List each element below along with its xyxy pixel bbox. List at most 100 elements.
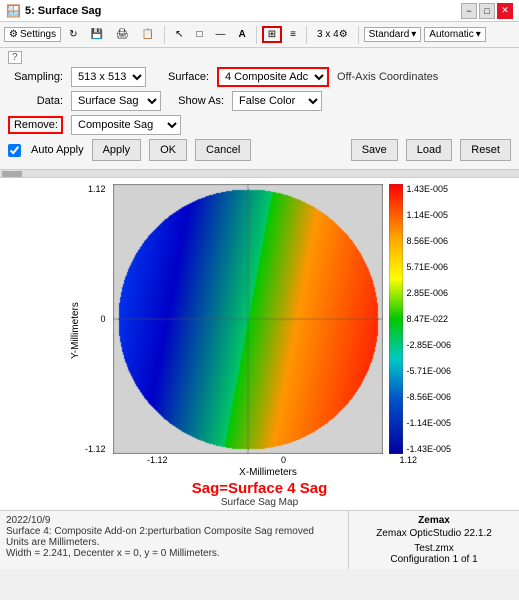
load-button[interactable]: Load bbox=[406, 139, 452, 161]
chevron-down-icon2: ▾ bbox=[476, 29, 481, 40]
auto-apply-label: Auto Apply bbox=[31, 144, 84, 156]
cb-label-4: 2.85E-006 bbox=[406, 288, 451, 298]
bottom-config: Configuration 1 of 1 bbox=[355, 554, 513, 565]
data-label: Data: bbox=[8, 95, 63, 107]
plot-subtitle: Surface Sag Map bbox=[221, 497, 298, 508]
bottom-line3: Width = 2.241, Decenter x = 0, y = 0 Mil… bbox=[6, 548, 342, 559]
cb-label-0: 1.43E-005 bbox=[406, 184, 451, 194]
standard-dropdown[interactable]: Standard ▾ bbox=[364, 27, 422, 42]
settings-row-1: Sampling: 513 x 513 Surface: 4 Composite… bbox=[8, 67, 511, 87]
bottom-line2: Units are Millimeters. bbox=[6, 537, 342, 548]
bottom-info: 2022/10/9 Surface 4: Composite Add-on 2:… bbox=[0, 510, 519, 569]
plot-canvas-area bbox=[113, 184, 383, 454]
help-icon-row: ? bbox=[8, 52, 511, 63]
off-axis-label: Off-Axis Coordinates bbox=[337, 71, 438, 83]
close-button[interactable]: ✕ bbox=[497, 3, 513, 19]
window-icon: 🪟 bbox=[6, 4, 21, 18]
help-icon[interactable]: ? bbox=[8, 51, 22, 64]
plot-inner: 1.12 0 -1.12 1.43E-005 1.14E-005 8.56E-0… bbox=[85, 184, 451, 454]
save-icon-btn[interactable]: 💾 bbox=[86, 27, 108, 42]
list-view-button[interactable]: ≡ bbox=[285, 27, 301, 42]
surface-select[interactable]: 4 Composite Adc bbox=[217, 67, 329, 87]
grid-view-button[interactable]: ⊞ bbox=[262, 26, 282, 43]
settings-panel: ? Sampling: 513 x 513 Surface: 4 Composi… bbox=[0, 48, 519, 170]
data-select[interactable]: Surface Sag bbox=[71, 91, 161, 111]
sep3 bbox=[306, 26, 307, 44]
show-as-select[interactable]: False Color bbox=[232, 91, 322, 111]
sampling-select[interactable]: 513 x 513 bbox=[71, 67, 146, 87]
settings-btn-row: Auto Apply Apply OK Cancel Save Load Res… bbox=[8, 139, 511, 161]
title-bar: 🪟 5: Surface Sag − □ ✕ bbox=[0, 0, 519, 22]
plot-area: Y-Millimeters 1.12 0 -1.12 1.43E-005 bbox=[0, 178, 519, 510]
x-axis-label: X-Millimeters bbox=[239, 467, 297, 478]
refresh-button[interactable]: ↻ bbox=[64, 27, 82, 42]
plot-title: Sag=Surface 4 Sag bbox=[192, 480, 327, 497]
colorbar-gradient bbox=[389, 184, 403, 454]
automatic-dropdown[interactable]: Automatic ▾ bbox=[424, 27, 486, 42]
cursor-button[interactable]: ↖ bbox=[170, 27, 188, 42]
copy-button[interactable]: 📋 bbox=[137, 27, 159, 42]
sep4 bbox=[358, 26, 359, 44]
show-as-label: Show As: bbox=[169, 95, 224, 107]
cb-label-7: -5.71E-006 bbox=[406, 366, 451, 376]
title-bar-right: − □ ✕ bbox=[461, 3, 513, 19]
print-button[interactable]: 🖨 bbox=[111, 27, 134, 42]
settings-row-2: Data: Surface Sag Show As: False Color bbox=[8, 91, 511, 111]
sep1 bbox=[164, 26, 165, 44]
scroll-area[interactable] bbox=[0, 170, 519, 178]
window-title: 5: Surface Sag bbox=[25, 5, 101, 17]
cb-label-6: -2.85E-006 bbox=[406, 340, 451, 350]
x-tick-mid: 0 bbox=[281, 455, 286, 465]
cb-label-1: 1.14E-005 bbox=[406, 210, 451, 220]
plot-canvas bbox=[113, 184, 383, 454]
y-tick-mid: 0 bbox=[100, 314, 105, 324]
chevron-down-icon: ▾ bbox=[411, 29, 416, 40]
surface-label: Surface: bbox=[154, 71, 209, 83]
bottom-left: 2022/10/9 Surface 4: Composite Add-on 2:… bbox=[0, 511, 349, 569]
standard-label: Standard bbox=[369, 29, 410, 40]
gear-icon: ⚙ bbox=[339, 29, 348, 40]
settings-row-3: Remove: Composite Sag bbox=[8, 115, 511, 135]
save-button[interactable]: Save bbox=[351, 139, 398, 161]
x-ticks: -1.12 0 1.12 bbox=[147, 455, 417, 465]
minimize-button[interactable]: − bbox=[461, 3, 477, 19]
colorbar-labels: 1.43E-005 1.14E-005 8.56E-006 5.71E-006 … bbox=[406, 184, 451, 454]
cb-label-10: -1.43E-005 bbox=[406, 444, 451, 454]
maximize-button[interactable]: □ bbox=[479, 3, 495, 19]
y-tick-top: 1.12 bbox=[88, 184, 106, 194]
title-bar-left: 🪟 5: Surface Sag bbox=[6, 4, 101, 18]
toolbar: ⚙ Settings ↻ 💾 🖨 📋 ↖ □ — A ⊞ ≡ 3 x 4 ⚙ S… bbox=[0, 22, 519, 48]
grid-size-btn[interactable]: 3 x 4 ⚙ bbox=[312, 27, 353, 42]
bottom-right: Zemax Zemax OpticStudio 22.1.2 Test.zmx … bbox=[349, 511, 519, 569]
cb-label-8: -8.56E-006 bbox=[406, 392, 451, 402]
ok-button[interactable]: OK bbox=[149, 139, 187, 161]
reset-button[interactable]: Reset bbox=[460, 139, 511, 161]
bottom-line1: Surface 4: Composite Add-on 2:perturbati… bbox=[6, 526, 342, 537]
settings-label: Settings bbox=[20, 29, 56, 40]
settings-icon: ⚙ bbox=[9, 29, 18, 40]
bottom-product: Zemax OpticStudio 22.1.2 bbox=[355, 528, 513, 539]
line-button[interactable]: — bbox=[211, 27, 231, 42]
cb-label-3: 5.71E-006 bbox=[406, 262, 451, 272]
apply-button[interactable]: Apply bbox=[92, 139, 142, 161]
sampling-label: Sampling: bbox=[8, 71, 63, 83]
settings-dropdown[interactable]: ⚙ Settings bbox=[4, 27, 61, 42]
remove-select[interactable]: Composite Sag bbox=[71, 115, 181, 135]
scroll-thumb[interactable] bbox=[2, 171, 22, 177]
rect-button[interactable]: □ bbox=[192, 27, 208, 42]
cb-label-5: 8.47E-022 bbox=[406, 314, 451, 324]
cb-label-2: 8.56E-006 bbox=[406, 236, 451, 246]
bottom-date: 2022/10/9 bbox=[6, 515, 342, 526]
auto-apply-checkbox[interactable] bbox=[8, 144, 21, 157]
text-button[interactable]: A bbox=[234, 27, 251, 42]
plot-with-xaxis: 1.12 0 -1.12 1.43E-005 1.14E-005 8.56E-0… bbox=[85, 184, 451, 478]
y-tick-bot: -1.12 bbox=[85, 444, 106, 454]
automatic-label: Automatic bbox=[429, 29, 473, 40]
x-tick-left: -1.12 bbox=[147, 455, 168, 465]
bottom-company: Zemax bbox=[355, 515, 513, 526]
cancel-button[interactable]: Cancel bbox=[195, 139, 251, 161]
bottom-file: Test.zmx bbox=[355, 543, 513, 554]
grid-size-label: 3 x 4 bbox=[317, 29, 339, 40]
sep2 bbox=[256, 26, 257, 44]
remove-label: Remove: bbox=[8, 116, 63, 134]
